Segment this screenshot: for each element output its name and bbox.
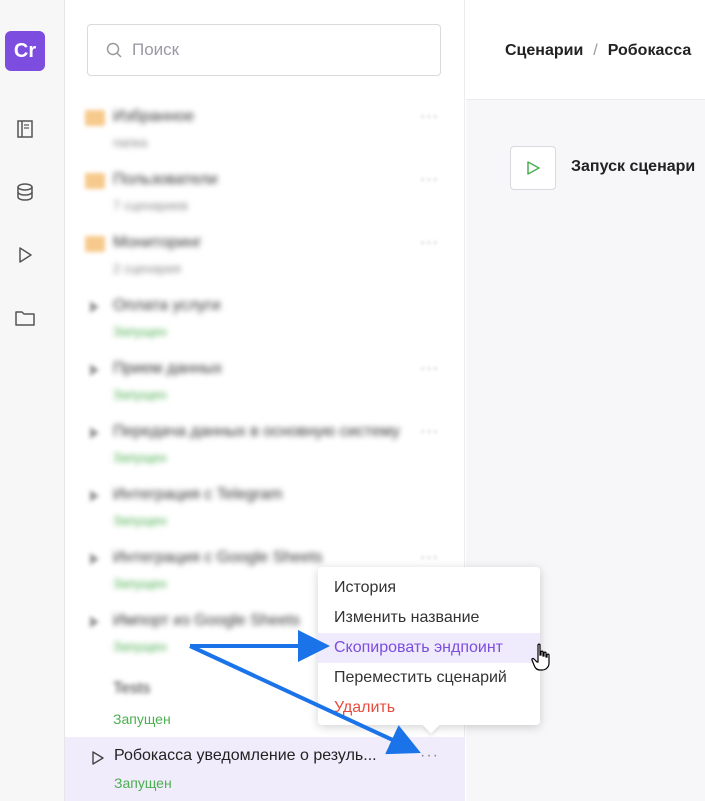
context-menu: История Изменить название Скопировать эн…	[318, 567, 540, 734]
breadcrumb-root[interactable]: Сценарии	[505, 42, 583, 59]
play-icon	[92, 751, 104, 765]
item-title: Tests	[113, 680, 151, 697]
start-node[interactable]	[510, 146, 556, 190]
item-status: Запущен	[113, 450, 167, 465]
more-icon[interactable]: ···	[420, 360, 439, 378]
more-icon[interactable]: ···	[420, 234, 439, 252]
search-icon	[106, 42, 122, 58]
play-icon	[90, 427, 99, 439]
item-status: Запущен	[113, 513, 167, 528]
item-sub: 2 сценария	[113, 261, 181, 276]
list-item-active[interactable]: Робокасса уведомление о резуль... Запуще…	[65, 737, 465, 801]
menu-item-copy-endpoint[interactable]: Скопировать эндпоинт	[318, 633, 540, 663]
item-title: Оплата услуги	[113, 297, 221, 314]
item-status: Запущен	[113, 324, 167, 339]
list-item[interactable]: Мониторинг 2 сценария ···	[65, 226, 465, 289]
list-item[interactable]: Интеграция с Telegram Запущен	[65, 478, 465, 541]
folder-icon	[85, 236, 105, 252]
play-icon	[90, 301, 99, 313]
item-title: Прием данных	[113, 360, 223, 377]
play-icon	[90, 364, 99, 376]
book-icon[interactable]	[14, 118, 36, 140]
more-icon[interactable]: ···	[420, 108, 439, 126]
play-icon[interactable]	[14, 244, 36, 266]
top-bar: Сценарии / Робокасса	[466, 0, 705, 100]
database-icon[interactable]	[14, 181, 36, 203]
menu-item-history[interactable]: История	[318, 573, 540, 603]
breadcrumb-current: Робокасса	[607, 42, 692, 59]
menu-item-move[interactable]: Переместить сценарий	[318, 663, 540, 693]
folder-icon[interactable]	[14, 307, 36, 329]
play-icon	[90, 553, 99, 565]
list-item[interactable]: Прием данных Запущен ···	[65, 352, 465, 415]
item-title: Мониторинг	[113, 234, 202, 251]
play-icon	[90, 616, 99, 628]
item-status: Запущен	[113, 576, 167, 591]
item-title: Передача данных в основную систему	[113, 423, 400, 440]
item-sub: 7 сценариев	[113, 198, 188, 213]
item-status: Запущен	[114, 775, 172, 791]
item-title: Пользователи	[113, 171, 218, 188]
item-status: Запущен	[113, 387, 167, 402]
more-icon[interactable]: ···	[420, 747, 439, 765]
more-icon[interactable]: ···	[420, 423, 439, 441]
list-item[interactable]: Пользователи 7 сценариев ···	[65, 163, 465, 226]
list-item[interactable]: Передача данных в основную систему Запуще…	[65, 415, 465, 478]
hand-cursor-icon	[531, 643, 550, 671]
item-title: Интеграция с Telegram	[113, 486, 283, 503]
item-title: Интеграция с Google Sheets	[113, 549, 323, 566]
list-item[interactable]: Оплата услуги Запущен	[65, 289, 465, 352]
app-logo[interactable]: Cr	[5, 31, 45, 71]
folder-icon	[85, 110, 105, 126]
play-icon	[527, 161, 540, 175]
start-node-label: Запуск сценари	[571, 158, 696, 175]
item-title: Избранное	[113, 108, 195, 125]
item-status: Запущен	[113, 639, 167, 654]
logo-text: Cr	[13, 39, 37, 62]
menu-item-rename[interactable]: Изменить название	[318, 603, 540, 633]
play-icon	[90, 490, 99, 502]
item-sub: папка	[113, 135, 148, 150]
item-title: Импорт из Google Sheets	[113, 612, 300, 629]
list-item[interactable]: Избранное папка ···	[65, 100, 465, 163]
more-icon[interactable]: ···	[420, 171, 439, 189]
item-title: Робокасса уведомление о резуль...	[114, 747, 377, 764]
more-icon[interactable]: ···	[420, 549, 439, 567]
search-box[interactable]	[87, 24, 441, 76]
search-input[interactable]	[132, 40, 412, 60]
breadcrumb-separator: /	[593, 42, 598, 59]
left-rail: Cr	[0, 0, 65, 801]
folder-icon	[85, 173, 105, 189]
breadcrumb: Сценарии / Робокасса	[505, 42, 691, 60]
item-status: Запущен	[113, 711, 171, 727]
